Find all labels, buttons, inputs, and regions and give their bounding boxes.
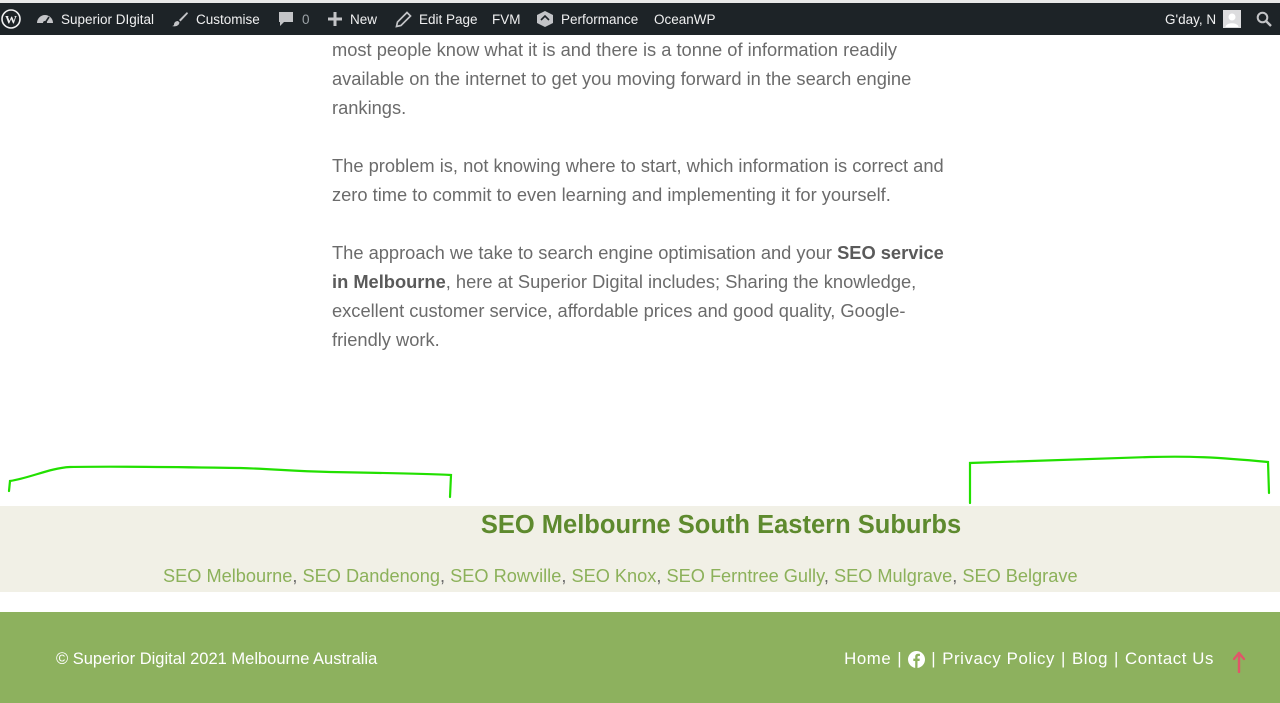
suburb-link-knox[interactable]: SEO Knox bbox=[571, 566, 656, 586]
performance-icon bbox=[536, 10, 554, 28]
link-separator: , bbox=[561, 566, 572, 586]
link-separator: , bbox=[952, 566, 963, 586]
edit-page-link[interactable]: Edit Page bbox=[395, 3, 478, 35]
admin-search-button[interactable] bbox=[1256, 3, 1272, 35]
footer-link-blog[interactable]: Blog bbox=[1072, 649, 1108, 669]
performance-menu[interactable]: Performance bbox=[536, 3, 638, 35]
performance-label: Performance bbox=[561, 11, 639, 27]
arrow-up-icon bbox=[1232, 651, 1246, 673]
oceanwp-menu[interactable]: OceanWP bbox=[654, 3, 716, 35]
link-separator: , bbox=[656, 566, 667, 586]
site-footer: © Superior Digital 2021 Melbourne Austra… bbox=[0, 612, 1280, 703]
search-icon bbox=[1256, 11, 1272, 27]
link-separator: , bbox=[440, 566, 451, 586]
customise-link[interactable]: Customise bbox=[171, 3, 260, 35]
site-name-menu[interactable]: Superior DIgital bbox=[36, 3, 154, 35]
suburbs-links: SEO Melbourne, SEO Dandenong, SEO Rowvil… bbox=[163, 566, 1078, 587]
facebook-icon bbox=[908, 650, 926, 668]
suburb-link-rowville[interactable]: SEO Rowville bbox=[450, 566, 561, 586]
brush-icon bbox=[171, 10, 189, 28]
suburb-link-ferntree-gully[interactable]: SEO Ferntree Gully bbox=[666, 566, 823, 586]
article-paragraph: most people know what it is and there is… bbox=[332, 39, 912, 118]
suburbs-heading: SEO Melbourne South Eastern Suburbs bbox=[480, 511, 962, 539]
nav-separator: | bbox=[1061, 649, 1067, 668]
footer-link-home[interactable]: Home bbox=[844, 649, 891, 669]
suburb-link-mulgrave[interactable]: SEO Mulgrave bbox=[834, 566, 952, 586]
fvm-menu[interactable]: FVM bbox=[492, 3, 521, 35]
comment-icon bbox=[277, 10, 295, 28]
new-content-menu[interactable]: New bbox=[327, 3, 377, 35]
scroll-to-top-button[interactable] bbox=[1229, 650, 1249, 674]
new-label: New bbox=[350, 11, 378, 27]
annotation-bracket-right bbox=[968, 455, 1271, 505]
nav-separator: | bbox=[1114, 649, 1119, 668]
svg-text:W: W bbox=[5, 13, 17, 27]
nav-separator: | bbox=[931, 649, 937, 668]
customise-label: Customise bbox=[196, 11, 260, 27]
article-paragraph: The approach we take to search engine op… bbox=[332, 238, 947, 354]
plus-icon bbox=[327, 11, 343, 27]
oceanwp-label: OceanWP bbox=[654, 11, 716, 27]
copyright-text: © Superior Digital 2021 Melbourne Austra… bbox=[56, 650, 378, 668]
annotation-bracket-left bbox=[7, 465, 453, 499]
account-menu[interactable]: G'day, N bbox=[1165, 3, 1242, 35]
site-name: Superior DIgital bbox=[61, 11, 155, 27]
suburb-link-dandenong[interactable]: SEO Dandenong bbox=[303, 566, 441, 586]
suburb-link-belgrave[interactable]: SEO Belgrave bbox=[962, 566, 1077, 586]
footer-nav: Home | | Privacy Policy | Blog | Contact… bbox=[844, 649, 1214, 669]
footer-link-contact-us[interactable]: Contact Us bbox=[1125, 649, 1214, 669]
admin-bar: W Superior DIgital Customise 0 New Edit … bbox=[0, 0, 1280, 35]
suburbs-section: SEO Melbourne South Eastern Suburbs SEO … bbox=[0, 506, 1280, 592]
article-paragraph: The problem is, not knowing where to sta… bbox=[332, 155, 944, 205]
edit-page-label: Edit Page bbox=[419, 11, 478, 27]
link-separator: , bbox=[292, 566, 303, 586]
avatar bbox=[1223, 10, 1242, 28]
wordpress-icon: W bbox=[1, 9, 21, 29]
comments-count: 0 bbox=[302, 11, 310, 27]
comments-link[interactable]: 0 bbox=[277, 3, 310, 35]
wordpress-menu[interactable]: W bbox=[0, 3, 22, 35]
nav-separator: | bbox=[897, 649, 903, 668]
article-text: The approach we take to search engine op… bbox=[332, 242, 838, 263]
pencil-icon bbox=[395, 10, 412, 28]
greeting: G'day, N bbox=[1165, 11, 1217, 27]
article-body: most people know what it is and there is… bbox=[332, 35, 947, 354]
suburb-link-melbourne[interactable]: SEO Melbourne bbox=[163, 566, 292, 586]
footer-link-privacy-policy[interactable]: Privacy Policy bbox=[942, 649, 1055, 669]
link-separator: , bbox=[823, 566, 834, 586]
dashboard-icon bbox=[36, 10, 54, 28]
fvm-label: FVM bbox=[492, 11, 521, 27]
facebook-link[interactable] bbox=[908, 650, 926, 668]
